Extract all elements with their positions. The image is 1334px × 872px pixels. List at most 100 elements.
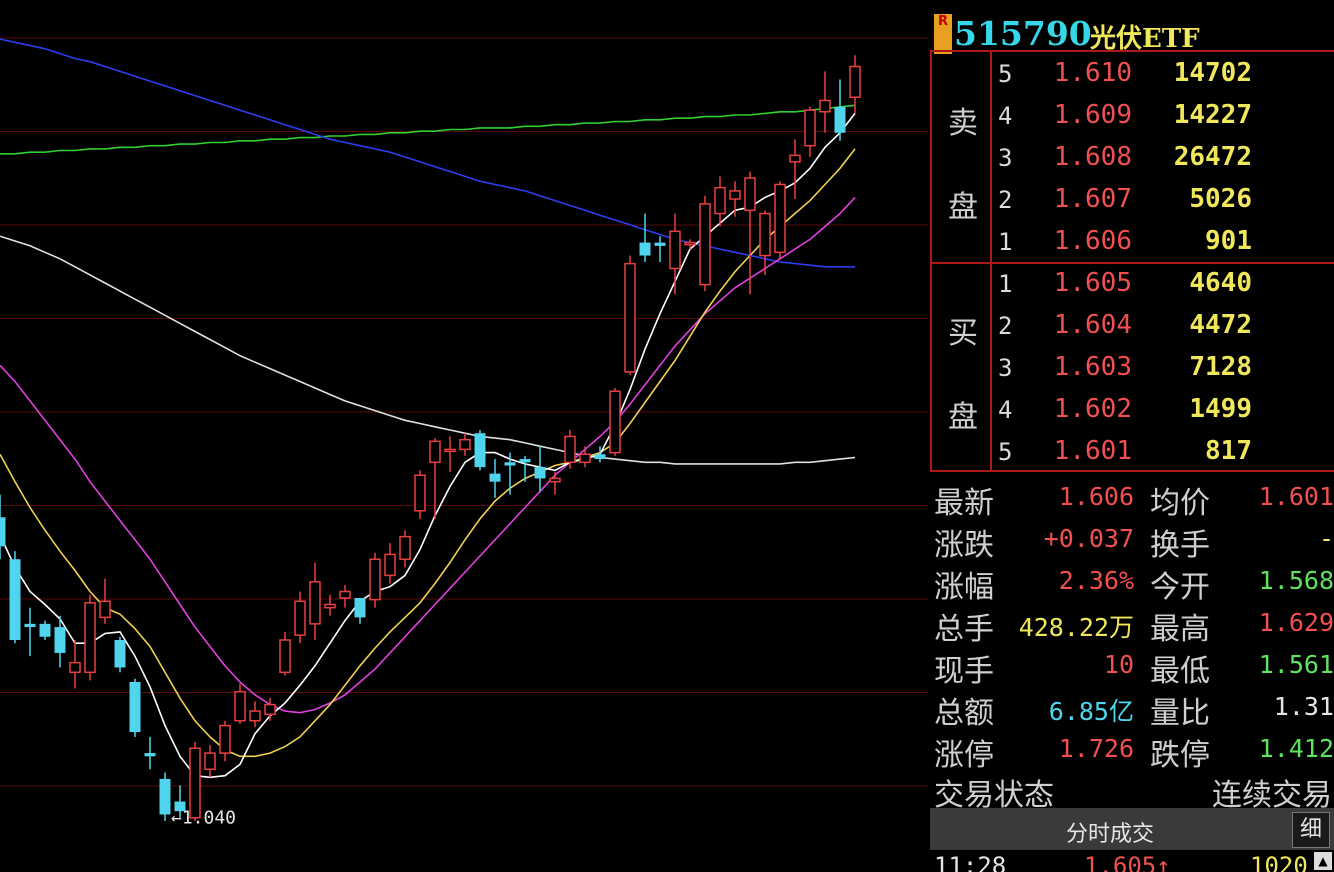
stat-label: 量比 [1150, 696, 1210, 731]
stat-label: 总手 [934, 612, 994, 647]
stat-value: 1.412 [1258, 734, 1334, 763]
candle-body-up [279, 639, 291, 674]
stat-label: 最高 [1150, 612, 1210, 647]
candle-body-up [219, 724, 231, 754]
stat-value: 6.85亿 [1048, 697, 1134, 726]
sell-row[interactable]: 2 1.607 5026 [930, 180, 1334, 222]
stat-label: 均价 [1150, 486, 1210, 521]
candle-body-up [759, 212, 771, 257]
scroll-up-icon[interactable]: ▲ [1314, 852, 1332, 870]
buy-row[interactable]: 5 1.601 817 [930, 432, 1334, 474]
stat-value: 428.22万 [1018, 613, 1134, 642]
candle-body-up [204, 752, 216, 770]
candle-body-down [834, 106, 846, 133]
stat-row: 涨跌 +0.037 换手 - [930, 518, 1334, 563]
candle-body-down [504, 462, 516, 466]
candle-body-up [384, 553, 396, 577]
stat-label: 最新 [934, 486, 994, 521]
buy-row[interactable]: 3 1.603 7128 [930, 348, 1334, 390]
candle-body-up [849, 65, 861, 98]
sell-row[interactable]: 5 1.610 14702 [930, 54, 1334, 96]
level: 4 [998, 396, 1013, 424]
stat-value: 1.561 [1258, 650, 1334, 679]
level: 5 [998, 60, 1013, 88]
candle-body-up [789, 154, 801, 163]
volume: 14702 [1173, 58, 1252, 88]
candle-body-down [489, 473, 501, 482]
tick-time: 11:28 [934, 852, 1007, 872]
stat-label: 最低 [1150, 654, 1210, 689]
candle-body-up [564, 435, 576, 464]
candle-body-down [129, 682, 141, 733]
tick-row: 11:28 1.605↑ 1020 [930, 852, 1334, 872]
level: 5 [998, 438, 1013, 466]
candle-body-up [774, 183, 786, 254]
candle-body-up [684, 241, 696, 246]
candle-body-up [429, 440, 441, 464]
ma5-line [0, 112, 856, 779]
stat-row: 总额 6.85亿 量比 1.31 [930, 686, 1334, 731]
buy-row[interactable]: 1 1.605 4640 [930, 264, 1334, 306]
candle-body-down [54, 627, 66, 653]
kline-chart[interactable]: ←1.040 [0, 0, 928, 870]
candle-body-up [699, 203, 711, 286]
volume: 26472 [1173, 142, 1252, 172]
candle-body-up [234, 690, 246, 722]
candle-body-up [84, 602, 96, 674]
sell-row[interactable]: 3 1.608 26472 [930, 138, 1334, 180]
candle-body-up [369, 558, 381, 601]
stat-value: +0.037 [1043, 524, 1134, 553]
stat-value: 1.568 [1258, 566, 1334, 595]
stat-row: 现手 10 最低 1.561 [930, 644, 1334, 689]
candle-body-down [639, 242, 651, 256]
level: 3 [998, 144, 1013, 172]
stat-row: 涨幅 2.36% 今开 1.568 [930, 560, 1334, 605]
detail-button[interactable]: 细 [1292, 812, 1330, 848]
stat-row: 最新 1.606 均价 1.601 [930, 476, 1334, 521]
candle-body-up [819, 99, 831, 113]
stat-label: 涨跌 [934, 528, 994, 563]
candle-body-down [24, 623, 36, 628]
candle-body-up [714, 186, 726, 215]
candle-body-up [399, 535, 411, 560]
price: 1.604 [1053, 310, 1132, 340]
stat-value: 1.726 [1058, 734, 1134, 763]
r-badge: R [934, 14, 952, 54]
candle-body-up [804, 109, 816, 147]
candle-body-up [339, 590, 351, 599]
candle-body-up [624, 262, 636, 373]
ma10-line [0, 148, 856, 758]
ma60-line [0, 235, 856, 465]
candle-body-up [549, 477, 561, 483]
ma20-line [0, 196, 856, 714]
tick-title[interactable]: 分时成交 [930, 816, 1290, 848]
price: 1.603 [1053, 352, 1132, 382]
stat-value: 1.606 [1058, 482, 1134, 511]
stat-row: 总手 428.22万 最高 1.629 [930, 602, 1334, 647]
candle-body-up [324, 603, 336, 609]
candle-body-down [144, 753, 156, 757]
candle-body-down [114, 640, 126, 668]
volume: 4472 [1189, 310, 1252, 340]
candle-body-up [744, 177, 756, 212]
ma250-line [0, 104, 856, 155]
level: 4 [998, 102, 1013, 130]
stat-label: 总额 [934, 696, 994, 731]
candle-body-down [354, 598, 366, 618]
candle-body-up [249, 710, 261, 722]
volume: 7128 [1189, 352, 1252, 382]
buy-row[interactable]: 2 1.604 4472 [930, 306, 1334, 348]
buy-row[interactable]: 4 1.602 1499 [930, 390, 1334, 432]
stat-label: 换手 [1150, 528, 1210, 563]
stat-value: 1.601 [1258, 482, 1334, 511]
kline-chart-svg[interactable]: ←1.040 [0, 0, 928, 870]
sell-row[interactable]: 4 1.609 14227 [930, 96, 1334, 138]
candle-body-up [264, 703, 276, 716]
candle-body-up [579, 453, 591, 464]
volume: 1499 [1189, 394, 1252, 424]
sell-row[interactable]: 1 1.606 901 [930, 222, 1334, 264]
candle-body-down [474, 433, 486, 468]
stat-value: - [1318, 524, 1334, 553]
candle-body-up [99, 600, 111, 619]
stat-label: 现手 [934, 654, 994, 689]
